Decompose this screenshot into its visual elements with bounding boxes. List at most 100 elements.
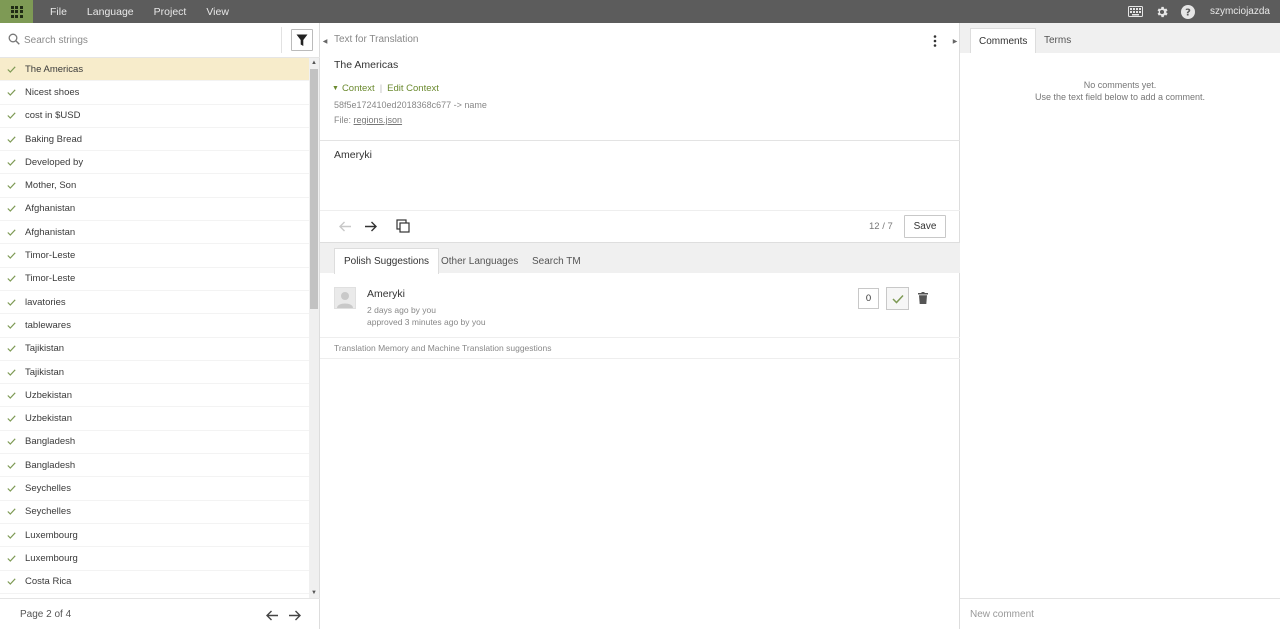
list-item-label: Mother, Son — [25, 180, 77, 192]
user-avatar-icon — [337, 292, 353, 308]
search-row — [0, 23, 320, 58]
username[interactable]: szymciojazda — [1210, 6, 1270, 17]
arrow-right-icon — [288, 610, 301, 620]
suggestion-item: Ameryki 2 days ago by you approved 3 min… — [320, 273, 960, 338]
check-icon — [7, 275, 19, 283]
list-item[interactable]: cost in $USD — [0, 105, 309, 128]
page-next-button[interactable] — [286, 607, 302, 623]
list-item[interactable]: Bangladesh — [0, 431, 309, 455]
list-item-label: Tajikistan — [25, 366, 65, 378]
check-icon — [7, 578, 19, 586]
check-icon — [7, 205, 19, 213]
list-item[interactable]: Afghanistan — [0, 221, 309, 245]
list-item[interactable]: Luxembourg — [0, 547, 309, 571]
list-item[interactable]: Costa Rica — [0, 571, 309, 594]
list-item[interactable]: Tajikistan — [0, 361, 309, 385]
list-item[interactable]: Uzbekistan — [0, 384, 309, 408]
pager: Page 2 of 4 — [0, 598, 320, 629]
scroll-down-arrow-icon[interactable]: ▼ — [309, 588, 319, 598]
list-item[interactable]: Seychelles — [0, 501, 309, 524]
search-divider — [281, 27, 282, 53]
gear-icon[interactable] — [1154, 4, 1170, 20]
keyboard-icon[interactable] — [1128, 4, 1144, 20]
tab-comments[interactable]: Comments — [970, 28, 1037, 53]
suggestion-author: 2 days ago by you — [367, 305, 436, 315]
character-counter: 12 / 7 — [869, 221, 893, 232]
list-item[interactable]: Timor-Leste — [0, 268, 309, 291]
search-input[interactable] — [24, 31, 274, 49]
apps-button[interactable] — [0, 0, 33, 23]
string-list: The Americas Nicest shoes cost in $USD Baki… — [0, 58, 309, 598]
list-item-label: lavatories — [25, 296, 66, 308]
source-text: The Americas — [334, 59, 399, 71]
list-item[interactable]: Nicest shoes — [0, 81, 309, 105]
translation-input[interactable] — [334, 149, 944, 207]
tab-polish-suggestions[interactable]: Polish Suggestions — [334, 248, 440, 274]
menu-project[interactable]: Project — [144, 6, 197, 18]
list-item[interactable]: Mother, Son — [0, 174, 309, 198]
more-options-button[interactable] — [930, 33, 940, 49]
context-row: ▼ Context | Edit Context — [332, 83, 439, 94]
suggestion-text: Ameryki — [367, 288, 405, 300]
list-item[interactable]: Baking Bread — [0, 128, 309, 152]
delete-button[interactable] — [916, 290, 930, 306]
list-item-label: Nicest shoes — [25, 86, 80, 98]
check-icon — [7, 112, 19, 120]
list-item[interactable]: Afghanistan — [0, 198, 309, 222]
check-icon — [7, 415, 19, 422]
menu-file[interactable]: File — [40, 6, 77, 18]
tab-other-languages[interactable]: Other Languages — [432, 248, 527, 274]
file-link[interactable]: regions.json — [354, 115, 403, 125]
tab-terms[interactable]: Terms — [1036, 28, 1079, 53]
vote-count[interactable]: 0 — [858, 288, 879, 309]
list-item-label: Bangladesh — [25, 436, 76, 448]
no-comments-line1: No comments yet. — [1083, 80, 1157, 90]
save-button[interactable]: Save — [904, 215, 946, 238]
check-icon — [7, 322, 19, 329]
list-item[interactable]: tablewares — [0, 314, 309, 338]
list-item[interactable]: Developed by — [0, 151, 309, 175]
approve-button[interactable] — [886, 287, 909, 310]
tab-search-tm[interactable]: Search TM — [523, 248, 590, 274]
check-icon — [7, 531, 19, 539]
filter-button[interactable] — [291, 29, 313, 51]
new-comment-input[interactable] — [960, 598, 1280, 629]
help-icon[interactable]: ? — [1180, 4, 1196, 20]
list-item[interactable]: The Americas — [0, 58, 309, 82]
menu-view[interactable]: View — [196, 6, 239, 18]
main-menu: File Language Project View — [40, 0, 239, 23]
list-item[interactable]: Tajikistan — [0, 338, 309, 361]
context-toggle[interactable]: Context — [342, 83, 375, 94]
copy-source-button[interactable] — [395, 218, 411, 234]
edit-context-link[interactable]: Edit Context — [387, 83, 439, 94]
scroll-up-arrow-icon[interactable]: ▲ — [309, 58, 319, 68]
collapse-right-arrow-icon[interactable]: ▶ — [951, 35, 959, 47]
list-item[interactable]: Luxembourg — [0, 524, 309, 548]
previous-string-button[interactable] — [337, 218, 353, 234]
check-icon — [7, 368, 19, 376]
comments-tabs: Comments Terms — [960, 23, 1280, 53]
next-string-button[interactable] — [362, 218, 378, 234]
menu-language[interactable]: Language — [77, 6, 144, 18]
list-item[interactable]: Timor-Leste — [0, 244, 309, 268]
file-prefix: File: — [334, 115, 352, 125]
source-header: Text for Translation — [334, 34, 419, 45]
check-icon — [7, 252, 19, 259]
list-scrollbar[interactable]: ▲ ▼ — [309, 58, 319, 598]
list-item[interactable]: Uzbekistan — [0, 407, 309, 431]
list-item[interactable]: lavatories — [0, 291, 309, 315]
page-prev-button[interactable] — [264, 607, 280, 623]
list-item-label: Tajikistan — [25, 343, 65, 355]
check-icon — [7, 462, 19, 469]
scroll-thumb[interactable] — [310, 69, 318, 309]
avatar — [334, 287, 356, 309]
filter-icon — [296, 34, 308, 46]
string-key: 58f5e172410ed2018368c677 -> name — [334, 100, 487, 110]
check-icon — [7, 555, 19, 562]
list-item-label: Seychelles — [25, 506, 71, 518]
list-item-label: Uzbekistan — [25, 413, 72, 425]
list-item[interactable]: Seychelles — [0, 477, 309, 501]
list-item[interactable]: Bangladesh — [0, 454, 309, 478]
collapse-left-arrow-icon[interactable]: ◀ — [321, 35, 329, 47]
no-comments-message: No comments yet. Use the text field belo… — [960, 79, 1280, 103]
